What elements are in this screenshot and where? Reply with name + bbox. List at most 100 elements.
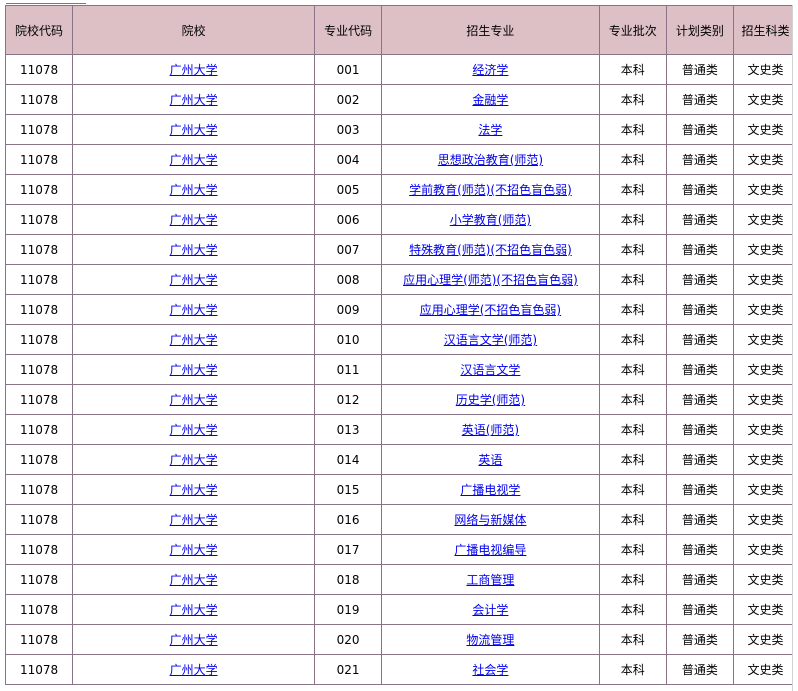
- header-school-code: 院校代码: [4, 5, 74, 55]
- cell-school-link[interactable]: 广州大学: [170, 573, 218, 587]
- cell-major-link[interactable]: 社会学: [472, 663, 508, 677]
- cell-subject-type: 文史类: [732, 54, 798, 85]
- cell-school-link[interactable]: 广州大学: [170, 513, 218, 527]
- cell-school-code: 11078: [4, 474, 74, 505]
- cell-major-link[interactable]: 应用心理学(师范)(不招色盲色弱): [403, 273, 578, 287]
- table-row: 11078 广州大学 011 汉语言文学 本科 普通类 文史类: [4, 354, 798, 385]
- cell-subject-type: 文史类: [732, 414, 798, 445]
- cell-plan-type: 普通类: [665, 54, 734, 85]
- cell-school-link[interactable]: 广州大学: [170, 483, 218, 497]
- cell-major-code: 020: [314, 624, 383, 655]
- cell-major-code: 019: [314, 594, 383, 625]
- cell-school-link[interactable]: 广州大学: [170, 633, 218, 647]
- cell-school-link[interactable]: 广州大学: [170, 123, 218, 137]
- cell-major: 金融学: [381, 84, 600, 115]
- cell-school-link[interactable]: 广州大学: [170, 93, 218, 107]
- table-row: 11078 广州大学 016 网络与新媒体 本科 普通类 文史类: [4, 504, 798, 535]
- cell-major-link[interactable]: 汉语言文学: [460, 363, 520, 377]
- cell-school-link[interactable]: 广州大学: [170, 333, 218, 347]
- cell-school-code: 11078: [4, 144, 74, 175]
- cell-batch: 本科: [598, 144, 667, 175]
- cell-subject-type: 文史类: [732, 594, 798, 625]
- cell-major-link[interactable]: 广播电视学: [460, 483, 520, 497]
- cell-major-link[interactable]: 法学: [478, 123, 502, 137]
- cell-major-code: 005: [314, 174, 383, 205]
- cell-school-code: 11078: [4, 624, 74, 655]
- cell-major: 应用心理学(不招色盲色弱): [381, 294, 600, 325]
- cell-school-link[interactable]: 广州大学: [170, 363, 218, 377]
- cell-major-link[interactable]: 金融学: [472, 93, 508, 107]
- cell-major-link[interactable]: 应用心理学(不招色盲色弱): [420, 303, 561, 317]
- cell-subject-type: 文史类: [732, 654, 798, 685]
- cell-batch: 本科: [598, 504, 667, 535]
- cell-plan-type: 普通类: [665, 444, 734, 475]
- cell-major: 广播电视学: [381, 474, 600, 505]
- cell-school-link[interactable]: 广州大学: [170, 153, 218, 167]
- cell-batch: 本科: [598, 294, 667, 325]
- cell-school-code: 11078: [4, 384, 74, 415]
- cell-school-link[interactable]: 广州大学: [170, 243, 218, 257]
- cell-plan-type: 普通类: [665, 534, 734, 565]
- cell-major-link[interactable]: 英语: [478, 453, 502, 467]
- cell-major-code: 010: [314, 324, 383, 355]
- cell-major: 会计学: [381, 594, 600, 625]
- cell-major-link[interactable]: 会计学: [472, 603, 508, 617]
- cell-major-link[interactable]: 物流管理: [466, 633, 514, 647]
- cell-school-link[interactable]: 广州大学: [170, 273, 218, 287]
- cell-school-code: 11078: [4, 234, 74, 265]
- table-row: 11078 广州大学 020 物流管理 本科 普通类 文史类: [4, 624, 798, 655]
- cell-school-link[interactable]: 广州大学: [170, 543, 218, 557]
- cell-school-link[interactable]: 广州大学: [170, 423, 218, 437]
- cell-major-link[interactable]: 学前教育(师范)(不招色盲色弱): [409, 183, 572, 197]
- cell-school-link[interactable]: 广州大学: [170, 393, 218, 407]
- cell-major: 广播电视编导: [381, 534, 600, 565]
- cell-major-code: 004: [314, 144, 383, 175]
- header-major: 招生专业: [381, 5, 600, 55]
- cell-subject-type: 文史类: [732, 264, 798, 295]
- table-row: 11078 广州大学 010 汉语言文学(师范) 本科 普通类 文史类: [4, 324, 798, 355]
- cell-major: 思想政治教育(师范): [381, 144, 600, 175]
- cell-major-link[interactable]: 历史学(师范): [456, 393, 525, 407]
- cell-school: 广州大学: [72, 414, 316, 445]
- cell-school-link[interactable]: 广州大学: [170, 603, 218, 617]
- cell-plan-type: 普通类: [665, 564, 734, 595]
- cell-subject-type: 文史类: [732, 564, 798, 595]
- cell-major-link[interactable]: 思想政治教育(师范): [438, 153, 543, 167]
- cell-school: 广州大学: [72, 84, 316, 115]
- cell-school-code: 11078: [4, 264, 74, 295]
- cell-school-link[interactable]: 广州大学: [170, 213, 218, 227]
- cell-major-link[interactable]: 广播电视编导: [454, 543, 526, 557]
- table-row: 11078 广州大学 001 经济学 本科 普通类 文史类: [4, 54, 798, 85]
- cell-major: 网络与新媒体: [381, 504, 600, 535]
- cell-school-code: 11078: [4, 594, 74, 625]
- cell-batch: 本科: [598, 114, 667, 145]
- table-row: 11078 广州大学 006 小学教育(师范) 本科 普通类 文史类: [4, 204, 798, 235]
- cell-major-link[interactable]: 特殊教育(师范)(不招色盲色弱): [409, 243, 572, 257]
- cell-batch: 本科: [598, 474, 667, 505]
- cell-school-link[interactable]: 广州大学: [170, 63, 218, 77]
- cell-school-link[interactable]: 广州大学: [170, 663, 218, 677]
- cell-school: 广州大学: [72, 354, 316, 385]
- cell-plan-type: 普通类: [665, 354, 734, 385]
- cell-school-link[interactable]: 广州大学: [170, 303, 218, 317]
- cell-major-link[interactable]: 经济学: [472, 63, 508, 77]
- cell-major-link[interactable]: 汉语言文学(师范): [444, 333, 537, 347]
- cell-major-link[interactable]: 英语(师范): [462, 423, 519, 437]
- cell-major-link[interactable]: 小学教育(师范): [450, 213, 531, 227]
- cell-major-code: 016: [314, 504, 383, 535]
- cell-major-code: 013: [314, 414, 383, 445]
- cell-subject-type: 文史类: [732, 504, 798, 535]
- cell-batch: 本科: [598, 534, 667, 565]
- header-school: 院校: [72, 5, 316, 55]
- cell-major: 社会学: [381, 654, 600, 685]
- cell-school-link[interactable]: 广州大学: [170, 183, 218, 197]
- cell-school-link[interactable]: 广州大学: [170, 453, 218, 467]
- cell-school: 广州大学: [72, 324, 316, 355]
- cell-plan-type: 普通类: [665, 84, 734, 115]
- cell-school-code: 11078: [4, 444, 74, 475]
- cell-major-link[interactable]: 网络与新媒体: [454, 513, 526, 527]
- cell-major: 物流管理: [381, 624, 600, 655]
- cell-plan-type: 普通类: [665, 114, 734, 145]
- cell-subject-type: 文史类: [732, 534, 798, 565]
- cell-major-link[interactable]: 工商管理: [466, 573, 514, 587]
